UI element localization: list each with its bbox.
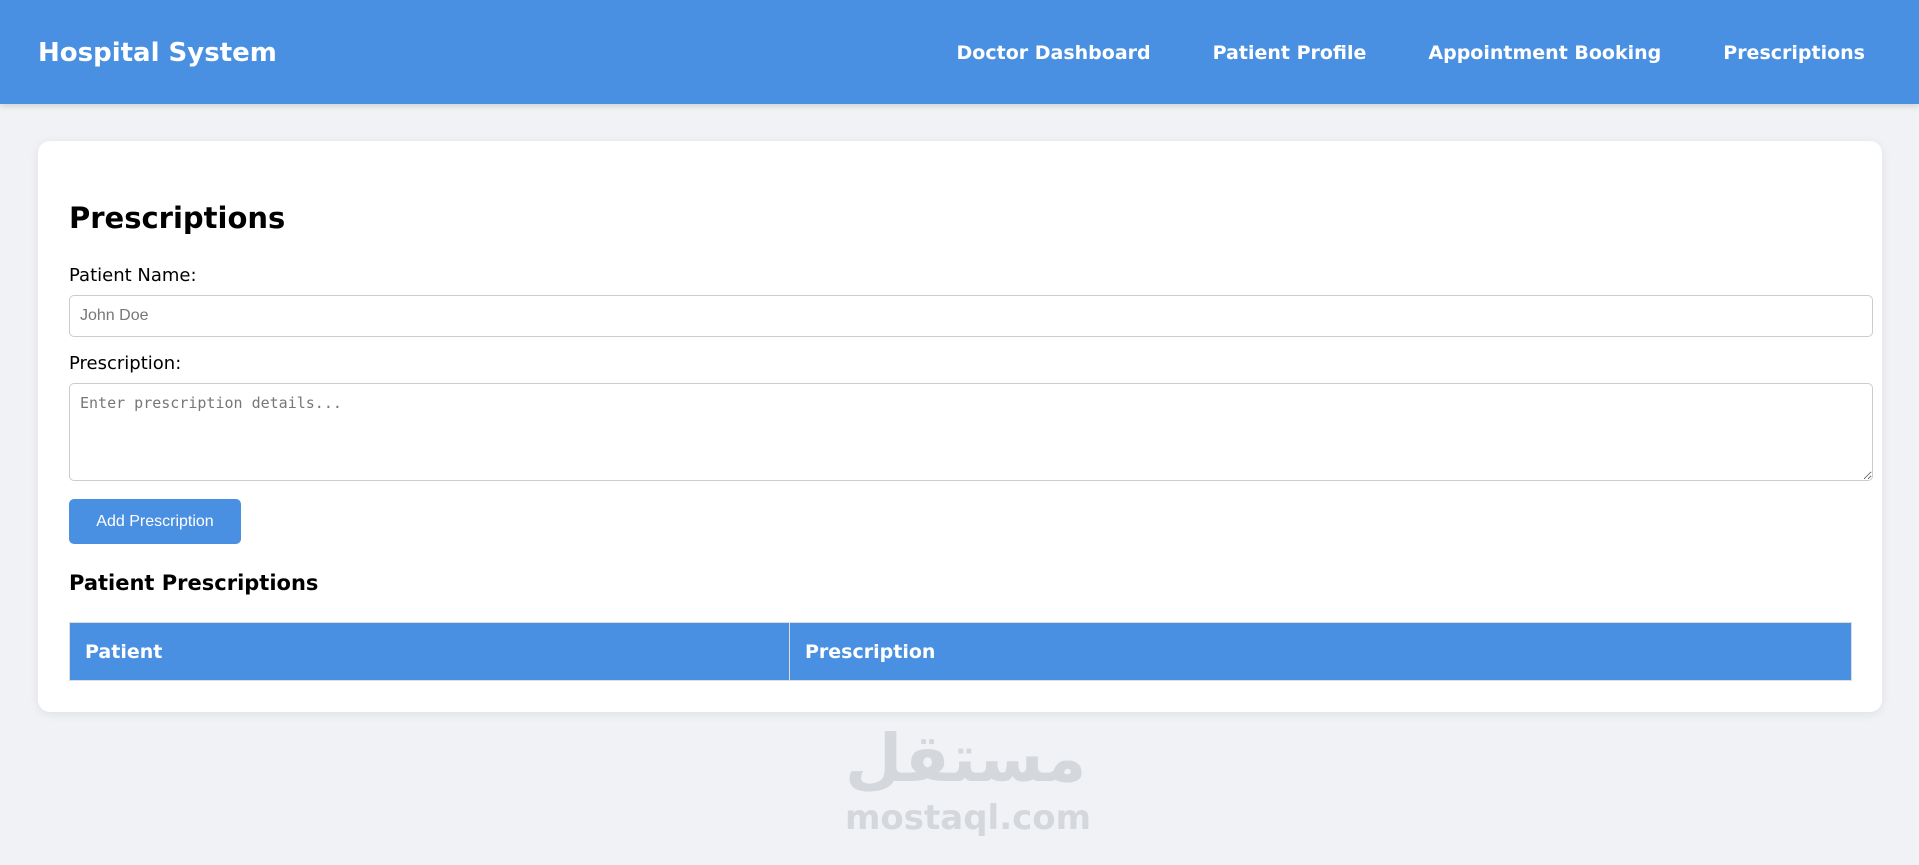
prescriptions-card: Prescriptions Patient Name: Prescription… [38,141,1882,712]
table-header-patient: Patient [69,622,790,681]
nav-link-appointment-booking[interactable]: Appointment Booking [1428,42,1661,64]
nav-links: Doctor Dashboard Patient Profile Appoint… [957,42,1865,64]
prescription-label: Prescription: [69,353,182,374]
patient-prescriptions-heading: Patient Prescriptions [69,571,319,595]
table-header-row: Patient Prescription [69,622,1852,681]
table-header-prescription: Prescription [789,622,1852,681]
prescriptions-table: Patient Prescription [69,622,1852,681]
add-prescription-button[interactable]: Add Prescription [69,499,241,544]
watermark-arabic: مستقل [845,720,1087,797]
nav-link-prescriptions[interactable]: Prescriptions [1723,42,1865,64]
watermark-latin: mostaql.com [845,798,1092,838]
patient-name-input[interactable] [69,295,1873,337]
watermark-logo: مستقل mostaql.com [845,720,1092,838]
patient-name-label: Patient Name: [69,265,197,286]
brand-title[interactable]: Hospital System [38,38,277,68]
top-navbar: Hospital System Doctor Dashboard Patient… [0,0,1919,104]
prescription-textarea[interactable] [69,383,1873,481]
page-title: Prescriptions [69,201,286,235]
nav-link-doctor-dashboard[interactable]: Doctor Dashboard [957,42,1151,64]
nav-link-patient-profile[interactable]: Patient Profile [1213,42,1367,64]
